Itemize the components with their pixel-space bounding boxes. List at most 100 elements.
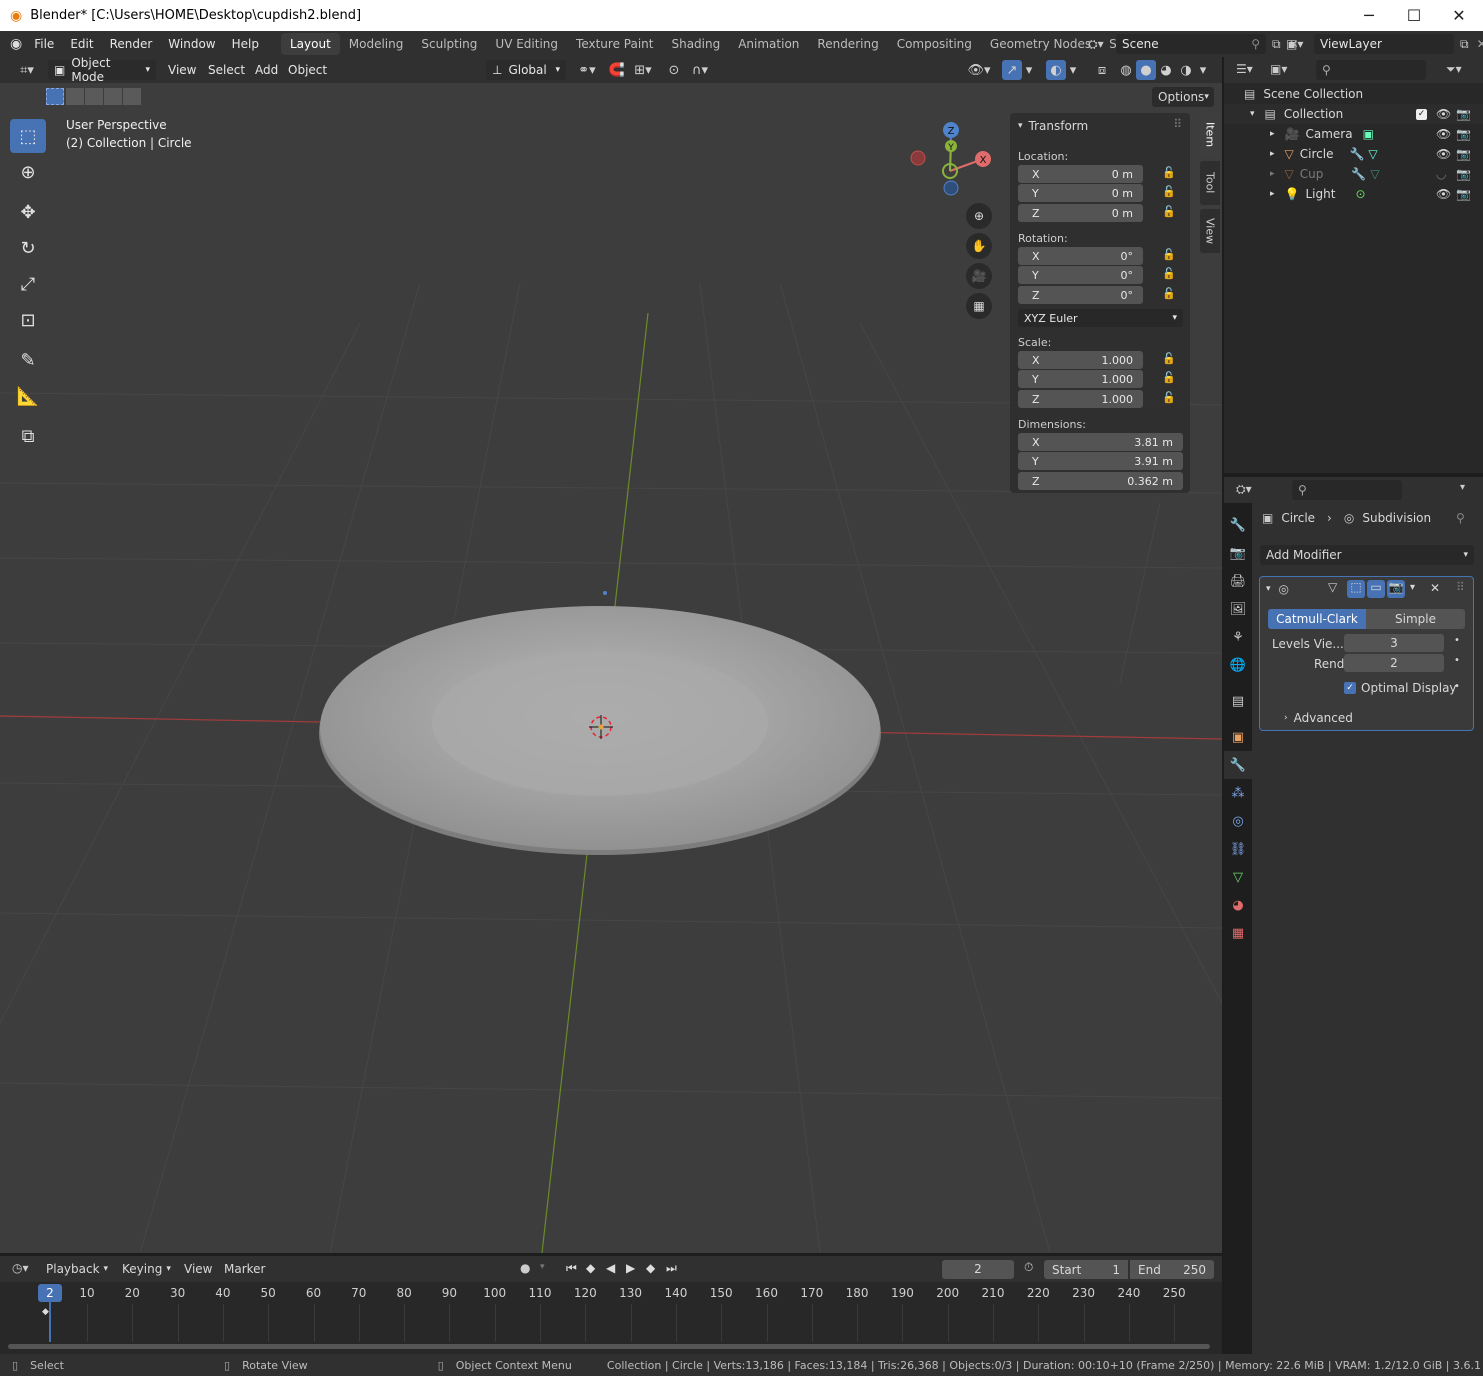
lock-icon[interactable]: 🔓	[1162, 267, 1176, 280]
physics-tab-icon[interactable]: ◎	[1224, 807, 1252, 835]
gizmo-toggle-icon[interactable]: ↗	[1002, 60, 1022, 80]
texture-tab-icon[interactable]: ▦	[1224, 919, 1252, 947]
navigation-gizmo[interactable]: Z X Y	[905, 118, 995, 198]
render-levels-field[interactable]: 2	[1344, 654, 1444, 672]
options-dropdown[interactable]: Options ▾	[1152, 87, 1214, 107]
dimension-z-field[interactable]: Z 0.362 m	[1018, 472, 1183, 490]
eye-icon[interactable]: 👁	[1436, 127, 1451, 141]
location-y-field[interactable]: Y 0 m	[1018, 184, 1143, 202]
tab-tool[interactable]: Tool	[1200, 161, 1220, 205]
filter-icon[interactable]: ⏷▾	[1446, 62, 1462, 77]
rotation-y-field[interactable]: Y 0°	[1018, 266, 1143, 284]
data-tab-icon[interactable]: ▽	[1224, 863, 1252, 891]
orientation-dropdown[interactable]: ⊥ Global ▾	[486, 60, 566, 80]
menu-help[interactable]: Help	[224, 37, 267, 51]
tab-shading[interactable]: Shading	[662, 33, 729, 55]
menu-view[interactable]: View	[162, 60, 202, 80]
expand-arrow-icon[interactable]: ▸	[1270, 169, 1275, 179]
scale-z-field[interactable]: Z 1.000	[1018, 390, 1143, 408]
lock-icon[interactable]: 🔓	[1162, 391, 1176, 404]
outliner-row-cup[interactable]: ▸ ▽ Cup 🔧 ▽ ◡ 📷	[1224, 164, 1483, 184]
zoom-icon[interactable]: ⊕	[966, 203, 992, 229]
proportional-edit-icon[interactable]: ⊙	[664, 60, 684, 80]
chevron-down-icon[interactable]: ▾	[1460, 482, 1465, 493]
outliner-row-scene-collection[interactable]: ▤ Scene Collection	[1224, 84, 1483, 104]
output-tab-icon[interactable]: 🖨	[1224, 567, 1252, 595]
drag-handle-icon[interactable]: ⠿	[1173, 117, 1182, 131]
optimal-display-checkbox[interactable]: ✓ Optimal Display	[1344, 681, 1457, 695]
jump-end-icon[interactable]: ⏭	[666, 1261, 677, 1276]
lock-icon[interactable]: 🔓	[1162, 371, 1176, 384]
rotate-tool-icon[interactable]: ↻	[10, 231, 46, 265]
outliner-row-circle[interactable]: ▸ ▽ Circle 🔧 ▽ 👁 📷	[1224, 144, 1483, 164]
expand-arrow-icon[interactable]: ▸	[1270, 129, 1275, 139]
drag-handle-icon[interactable]: ⠿	[1456, 580, 1465, 594]
play-icon[interactable]: ▶	[626, 1261, 635, 1275]
outliner-row-camera[interactable]: ▸ 🎥 Camera ▣ 👁 📷	[1224, 124, 1483, 144]
tab-uv-editing[interactable]: UV Editing	[486, 33, 567, 55]
menu-window[interactable]: Window	[160, 37, 223, 51]
close-icon[interactable]: ✕	[1430, 581, 1440, 595]
render-toggle-icon[interactable]: 📷	[1387, 580, 1405, 598]
select-intersect-icon[interactable]	[123, 88, 141, 105]
scale-tool-icon[interactable]: ⤢	[10, 267, 46, 301]
annotate-tool-icon[interactable]: ✎	[10, 343, 46, 377]
scene-tab-icon[interactable]: ⚘	[1224, 623, 1252, 651]
editor-type-icon[interactable]: ☰▾	[1236, 62, 1253, 76]
render-tab-icon[interactable]: 📷	[1224, 539, 1252, 567]
pan-hand-icon[interactable]: ✋	[966, 233, 992, 259]
outliner-row-collection[interactable]: ▾ ▤ Collection ✓ 👁 📷	[1224, 104, 1483, 124]
constraints-tab-icon[interactable]: ⛓	[1224, 835, 1252, 863]
xray-icon[interactable]: ⧈	[1092, 60, 1112, 80]
tool-tab-icon[interactable]: 🔧	[1224, 511, 1252, 539]
visibility-icon[interactable]: 👁▾	[964, 60, 994, 80]
editor-type-icon[interactable]: ⛭▾	[1236, 482, 1252, 497]
transform-panel-header[interactable]: ▾ Transform	[1018, 119, 1088, 133]
add-modifier-dropdown[interactable]: Add Modifier ▾	[1260, 545, 1474, 565]
expand-arrow-icon[interactable]: ▸	[1270, 189, 1275, 199]
properties-search-input[interactable]: ⚲	[1292, 480, 1402, 500]
scene-name-field[interactable]: Scene ⚲	[1116, 34, 1266, 54]
3d-viewport[interactable]: ⬚ ⊕ ✥ ↻ ⤢ ⊡ ✎ 📐 ⧉ User Perspective (2) C…	[0, 83, 1222, 1253]
expand-arrow-icon[interactable]: ▸	[1270, 149, 1275, 159]
gizmo-neg-z[interactable]	[943, 180, 959, 196]
select-new-icon[interactable]	[46, 88, 64, 105]
next-keyframe-icon[interactable]: ◆	[646, 1261, 655, 1275]
scale-y-field[interactable]: Y 1.000	[1018, 370, 1143, 388]
menu-object[interactable]: Object	[282, 60, 333, 80]
modifier-tab-icon[interactable]: 🔧	[1224, 751, 1252, 779]
advanced-subpanel-header[interactable]: › Advanced	[1284, 711, 1353, 725]
select-box-tool-icon[interactable]: ⬚	[10, 119, 46, 153]
preview-range-icon[interactable]: ⏱	[1024, 1260, 1033, 1275]
scale-x-field[interactable]: X 1.000	[1018, 351, 1143, 369]
shading-dropdown-icon[interactable]: ▾	[1196, 60, 1210, 80]
rotation-mode-dropdown[interactable]: XYZ Euler ▾	[1018, 309, 1183, 327]
camera-view-icon[interactable]: 🎥	[966, 263, 992, 289]
snap-target-icon[interactable]: ⊞▾	[628, 60, 658, 80]
outliner-row-light[interactable]: ▸ 💡 Light ⊙ 👁 📷	[1224, 184, 1483, 204]
keying-menu[interactable]: Keying ▾	[122, 1262, 171, 1276]
location-z-field[interactable]: Z 0 m	[1018, 204, 1143, 222]
pivot-icon[interactable]: ⚭▾	[572, 60, 602, 80]
ortho-toggle-icon[interactable]: ▦	[966, 293, 992, 319]
menu-view[interactable]: View	[184, 1262, 212, 1276]
collection-tab-icon[interactable]: ▤	[1224, 687, 1252, 715]
edit-mode-toggle-icon[interactable]: ▽	[1328, 580, 1346, 598]
lock-icon[interactable]: 🔓	[1162, 185, 1176, 198]
tab-layout[interactable]: Layout	[280, 33, 340, 55]
playhead-frame-indicator[interactable]: 2	[38, 1284, 62, 1302]
simple-button[interactable]: Simple	[1366, 609, 1465, 629]
cursor-tool-icon[interactable]: ⊕	[10, 155, 46, 189]
mode-dropdown[interactable]: ▣ Object Mode ▾	[48, 56, 156, 84]
gizmo-dropdown-icon[interactable]: ▾	[1022, 60, 1036, 80]
select-subtract-icon[interactable]	[85, 88, 103, 105]
location-x-field[interactable]: X 0 m	[1018, 165, 1143, 183]
lock-icon[interactable]: 🔓	[1162, 287, 1176, 300]
chevron-down-icon[interactable]: ▾	[540, 1262, 545, 1272]
editor-type-icon[interactable]: ◷▾	[12, 1261, 29, 1275]
eye-icon[interactable]: 👁	[1436, 107, 1451, 121]
menu-add[interactable]: Add	[249, 60, 284, 80]
lock-icon[interactable]: 🔓	[1162, 352, 1176, 365]
menu-render[interactable]: Render	[102, 37, 161, 51]
prev-keyframe-icon[interactable]: ◆	[586, 1261, 595, 1275]
